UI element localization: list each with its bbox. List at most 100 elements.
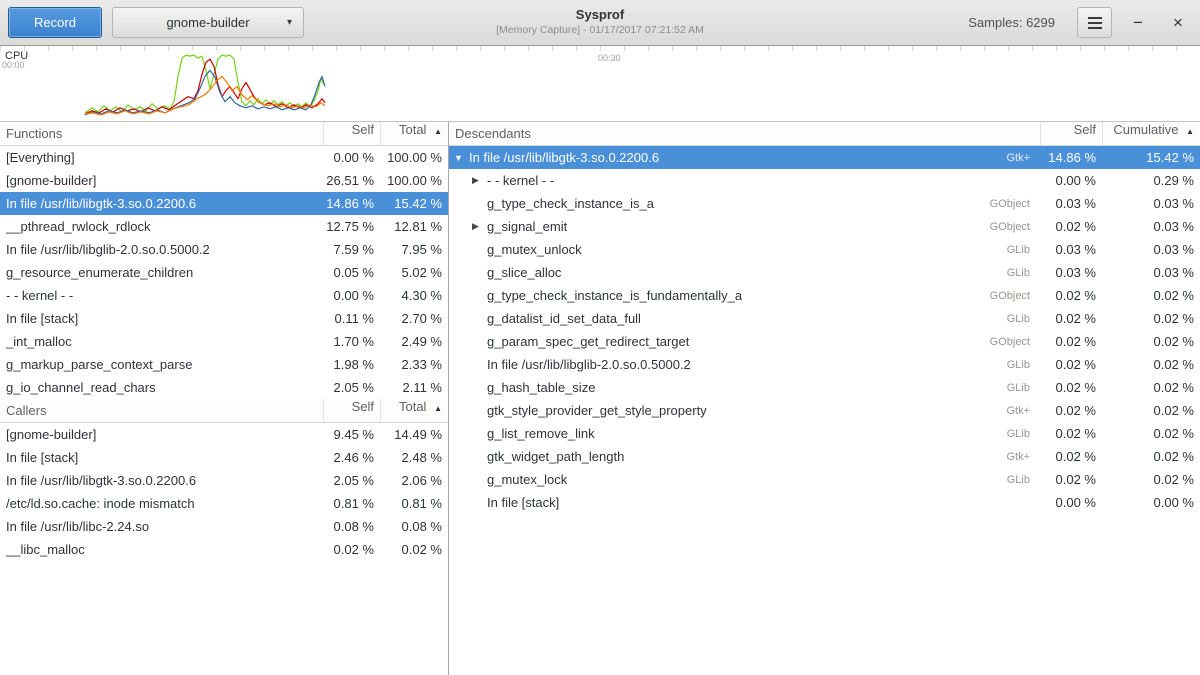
cumulative-column-label: Cumulative <box>1113 122 1178 137</box>
library-badge: Gtk+ <box>998 152 1040 164</box>
tree-row[interactable]: gtk_widget_path_lengthGtk+0.02 %0.02 % <box>449 445 1200 468</box>
minimize-button[interactable]: − <box>1124 9 1152 37</box>
table-row[interactable]: In file /usr/lib/libgtk-3.so.0.2200.62.0… <box>0 469 448 492</box>
tree-row[interactable]: In file [stack] 0.00 %0.00 % <box>449 491 1200 514</box>
tree-row[interactable]: g_datalist_id_set_data_fullGLib0.02 %0.0… <box>449 307 1200 330</box>
functions-name-cell: g_markup_parse_context_parse <box>0 357 323 372</box>
functions-name-cell: g_io_channel_read_chars <box>0 380 323 395</box>
self-cell: 2.05 % <box>323 473 380 488</box>
function-name: g_datalist_id_set_data_full <box>487 311 641 326</box>
tree-row[interactable]: ▶g_signal_emitGObject0.02 %0.03 % <box>449 215 1200 238</box>
descendants-self-column-header[interactable]: Self <box>1040 122 1102 145</box>
descendants-column-label: Descendants <box>455 126 531 141</box>
self-column-label: Self <box>352 122 374 137</box>
self-cell: 0.00 % <box>323 288 380 303</box>
callers-header-row: Callers Self Total ▲ <box>0 399 448 423</box>
descendants-pane: Descendants Self Cumulative ▲ ▼In file /… <box>449 122 1200 675</box>
functions-column-label: Functions <box>6 126 62 141</box>
function-name: In file [stack] <box>487 495 559 510</box>
self-cell: 1.98 % <box>323 357 380 372</box>
self-cell: 14.86 % <box>1040 150 1102 165</box>
callers-total-column-header[interactable]: Total ▲ <box>380 399 448 422</box>
library-badge: GObject <box>982 290 1040 302</box>
menu-button[interactable] <box>1077 7 1112 38</box>
tree-row[interactable]: ▼In file /usr/lib/libgtk-3.so.0.2200.6Gt… <box>449 146 1200 169</box>
table-row[interactable]: __libc_malloc0.02 %0.02 % <box>0 538 448 561</box>
descendants-name-cell: g_mutex_unlockGLib <box>449 242 1040 257</box>
self-cell: 1.70 % <box>323 334 380 349</box>
table-row[interactable]: In file [stack]2.46 %2.48 % <box>0 446 448 469</box>
sort-indicator-icon: ▲ <box>1186 127 1194 136</box>
table-row[interactable]: In file /usr/lib/libglib-2.0.so.0.5000.2… <box>0 238 448 261</box>
table-row[interactable]: /etc/ld.so.cache: inode mismatch0.81 %0.… <box>0 492 448 515</box>
callers-name-cell: /etc/ld.so.cache: inode mismatch <box>0 496 323 511</box>
cpu-timeline[interactable]: CPU 00:00 00:30 <box>0 46 1200 122</box>
table-row[interactable]: [gnome-builder]26.51 %100.00 % <box>0 169 448 192</box>
cumulative-cell: 0.00 % <box>1102 495 1200 510</box>
callers-column-header[interactable]: Callers <box>0 399 323 422</box>
cumulative-cell: 0.02 % <box>1102 403 1200 418</box>
cumulative-column-header[interactable]: Cumulative ▲ <box>1102 122 1200 145</box>
self-cell: 2.46 % <box>323 450 380 465</box>
table-row[interactable]: [Everything]0.00 %100.00 % <box>0 146 448 169</box>
self-cell: 0.02 % <box>1040 449 1102 464</box>
expander-icon[interactable]: ▶ <box>470 175 487 186</box>
functions-name-cell: [gnome-builder] <box>0 173 323 188</box>
tree-row[interactable]: gtk_style_provider_get_style_propertyGtk… <box>449 399 1200 422</box>
cumulative-cell: 0.02 % <box>1102 334 1200 349</box>
cumulative-cell: 15.42 % <box>1102 150 1200 165</box>
table-row[interactable]: g_io_channel_read_chars2.05 %2.11 % <box>0 376 448 399</box>
total-cell: 0.81 % <box>380 496 448 511</box>
table-row[interactable]: In file /usr/lib/libc-2.24.so0.08 %0.08 … <box>0 515 448 538</box>
expander-icon[interactable]: ▶ <box>470 221 487 232</box>
headerbar-right-controls: Samples: 6299 − × <box>968 7 1192 38</box>
table-row[interactable]: g_resource_enumerate_children0.05 %5.02 … <box>0 261 448 284</box>
table-row[interactable]: _int_malloc1.70 %2.49 % <box>0 330 448 353</box>
descendants-self-column-label: Self <box>1074 122 1096 137</box>
close-button[interactable]: × <box>1164 9 1192 37</box>
sort-indicator-icon: ▲ <box>434 127 442 136</box>
tree-row[interactable]: g_param_spec_get_redirect_targetGObject0… <box>449 330 1200 353</box>
table-row[interactable]: - - kernel - -0.00 %4.30 % <box>0 284 448 307</box>
table-row[interactable]: [gnome-builder]9.45 %14.49 % <box>0 423 448 446</box>
tree-row[interactable]: g_type_check_instance_is_aGObject0.03 %0… <box>449 192 1200 215</box>
tree-row[interactable]: In file /usr/lib/libglib-2.0.so.0.5000.2… <box>449 353 1200 376</box>
functions-column-header[interactable]: Functions <box>0 122 323 145</box>
functions-table: [Everything]0.00 %100.00 %[gnome-builder… <box>0 146 448 399</box>
total-column-header[interactable]: Total ▲ <box>380 122 448 145</box>
tree-row[interactable]: g_mutex_unlockGLib0.03 %0.03 % <box>449 238 1200 261</box>
table-row[interactable]: __pthread_rwlock_rdlock12.75 %12.81 % <box>0 215 448 238</box>
callers-self-column-header[interactable]: Self <box>323 399 380 422</box>
library-badge: Gtk+ <box>998 451 1040 463</box>
cumulative-cell: 0.03 % <box>1102 265 1200 280</box>
descendants-column-header[interactable]: Descendants <box>449 122 1040 145</box>
library-badge: Gtk+ <box>998 405 1040 417</box>
record-button[interactable]: Record <box>8 7 102 38</box>
window-title-block: Sysprof [Memory Capture] - 01/17/2017 07… <box>496 7 704 38</box>
tree-row[interactable]: g_mutex_lockGLib0.02 %0.02 % <box>449 468 1200 491</box>
window-title: Sysprof <box>496 7 704 24</box>
table-row[interactable]: In file /usr/lib/libgtk-3.so.0.2200.614.… <box>0 192 448 215</box>
table-row[interactable]: In file [stack]0.11 %2.70 % <box>0 307 448 330</box>
callers-column-label: Callers <box>6 403 46 418</box>
function-name: g_param_spec_get_redirect_target <box>487 334 689 349</box>
self-column-header[interactable]: Self <box>323 122 380 145</box>
function-name: g_type_check_instance_is_a <box>487 196 654 211</box>
self-cell: 0.03 % <box>1040 242 1102 257</box>
tree-row[interactable]: ▶- - kernel - -0.00 %0.29 % <box>449 169 1200 192</box>
cumulative-cell: 0.03 % <box>1102 219 1200 234</box>
tree-row[interactable]: g_list_remove_linkGLib0.02 %0.02 % <box>449 422 1200 445</box>
total-cell: 2.11 % <box>380 380 448 395</box>
expander-icon[interactable]: ▼ <box>452 153 469 163</box>
process-selector[interactable]: gnome-builder ▾ <box>112 7 304 38</box>
self-cell: 0.00 % <box>1040 495 1102 510</box>
descendants-name-cell: ▶g_signal_emitGObject <box>449 219 1040 234</box>
function-name: g_signal_emit <box>487 219 567 234</box>
function-name: g_list_remove_link <box>487 426 595 441</box>
tree-row[interactable]: g_slice_allocGLib0.03 %0.03 % <box>449 261 1200 284</box>
tree-row[interactable]: g_hash_table_sizeGLib0.02 %0.02 % <box>449 376 1200 399</box>
table-row[interactable]: g_markup_parse_context_parse1.98 %2.33 % <box>0 353 448 376</box>
self-cell: 9.45 % <box>323 427 380 442</box>
tree-row[interactable]: g_type_check_instance_is_fundamentally_a… <box>449 284 1200 307</box>
self-cell: 7.59 % <box>323 242 380 257</box>
